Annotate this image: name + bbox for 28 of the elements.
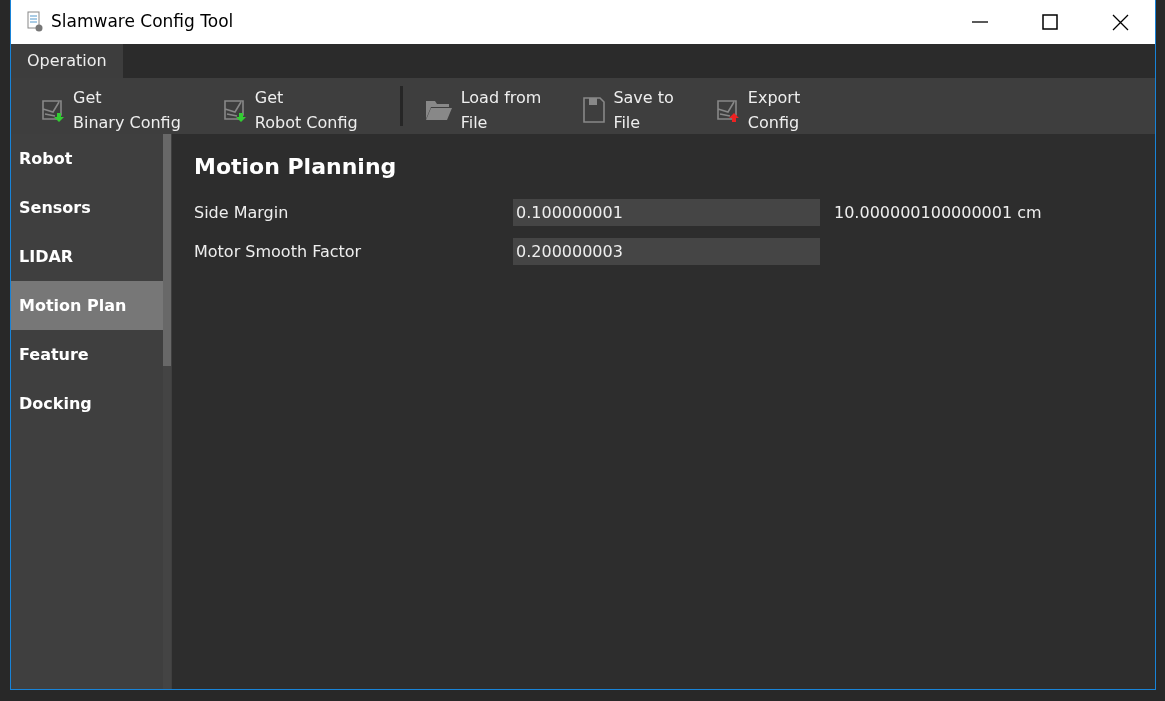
menu-tab[interactable]: Operation <box>11 44 123 78</box>
sidebar-item[interactable]: Motion Plan <box>11 281 163 330</box>
input-field[interactable]: 0.200000003 <box>513 238 820 265</box>
sidebar-item[interactable]: Sensors <box>11 183 163 232</box>
window-title: Slamware Config Tool <box>51 10 234 34</box>
minimize-icon <box>972 21 988 23</box>
scrollbar-thumb[interactable] <box>163 134 171 366</box>
toolbar-button[interactable]: Get Binary Config <box>41 78 197 134</box>
toolbar-button[interactable]: Save to File <box>583 78 690 134</box>
field-label: Motor Smooth Factor <box>194 240 363 263</box>
sidebar-item[interactable]: Docking <box>11 379 163 428</box>
toolbar-button[interactable]: Load from File <box>424 78 558 134</box>
upload-icon <box>715 97 740 123</box>
toolbar-button[interactable]: Export Config <box>715 78 817 134</box>
sidebar-item[interactable]: Feature <box>11 330 163 379</box>
sidebar-item[interactable]: Robot <box>11 134 163 183</box>
maximize-icon <box>1041 13 1059 31</box>
sidebar-item[interactable]: LIDAR <box>11 232 163 281</box>
app-icon <box>27 11 43 33</box>
unit-value: 10.000000100000001 cm <box>834 201 1042 224</box>
download-icon <box>41 97 65 123</box>
toolbar-button[interactable]: Get Robot Config <box>222 78 374 134</box>
download-icon <box>222 97 247 123</box>
section-heading: Motion Planning <box>194 153 398 181</box>
close-icon <box>1111 13 1129 31</box>
folder-icon <box>424 99 453 121</box>
field-label: Side Margin <box>194 201 290 224</box>
input-field[interactable]: 0.100000001 <box>513 199 820 226</box>
